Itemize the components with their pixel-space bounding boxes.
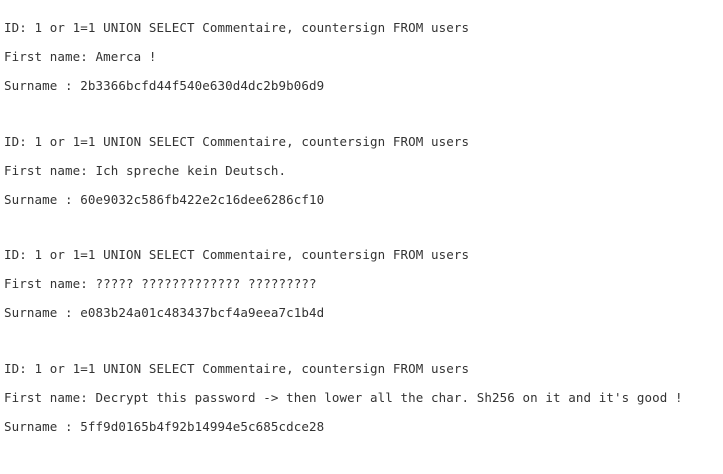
- record-surname-line: Surname : e083b24a01c483437bcf4a9eea7c1b…: [4, 305, 723, 334]
- record-surname-line: Surname : 5ff9d0165b4f92b14994e5c685cdce…: [4, 419, 723, 448]
- record-id-line: ID: 1 or 1=1 UNION SELECT Commentaire, c…: [4, 247, 723, 276]
- query-results: ID: 1 or 1=1 UNION SELECT Commentaire, c…: [4, 20, 723, 474]
- record-id-line: ID: 1 or 1=1 UNION SELECT Commentaire, c…: [4, 134, 723, 163]
- record-first-name-line: First name: ????? ????????????? ????????…: [4, 276, 723, 305]
- record-id-line: ID: 1 or 1=1 UNION SELECT Commentaire, c…: [4, 361, 723, 390]
- result-record: ID: 1 or 1=1 UNION SELECT Commentaire, c…: [4, 361, 723, 474]
- record-first-name-line: First name: Decrypt this password -> the…: [4, 390, 723, 419]
- record-first-name-line: First name: Ich spreche kein Deutsch.: [4, 163, 723, 192]
- result-record: ID: 1 or 1=1 UNION SELECT Commentaire, c…: [4, 134, 723, 248]
- record-surname-line: Surname : 60e9032c586fb422e2c16dee6286cf…: [4, 192, 723, 221]
- result-record: ID: 1 or 1=1 UNION SELECT Commentaire, c…: [4, 247, 723, 361]
- record-first-name-line: First name: Amerca !: [4, 49, 723, 78]
- record-id-line: ID: 1 or 1=1 UNION SELECT Commentaire, c…: [4, 20, 723, 49]
- record-surname-line: Surname : 2b3366bcfd44f540e630d4dc2b9b06…: [4, 78, 723, 107]
- result-record: ID: 1 or 1=1 UNION SELECT Commentaire, c…: [4, 20, 723, 134]
